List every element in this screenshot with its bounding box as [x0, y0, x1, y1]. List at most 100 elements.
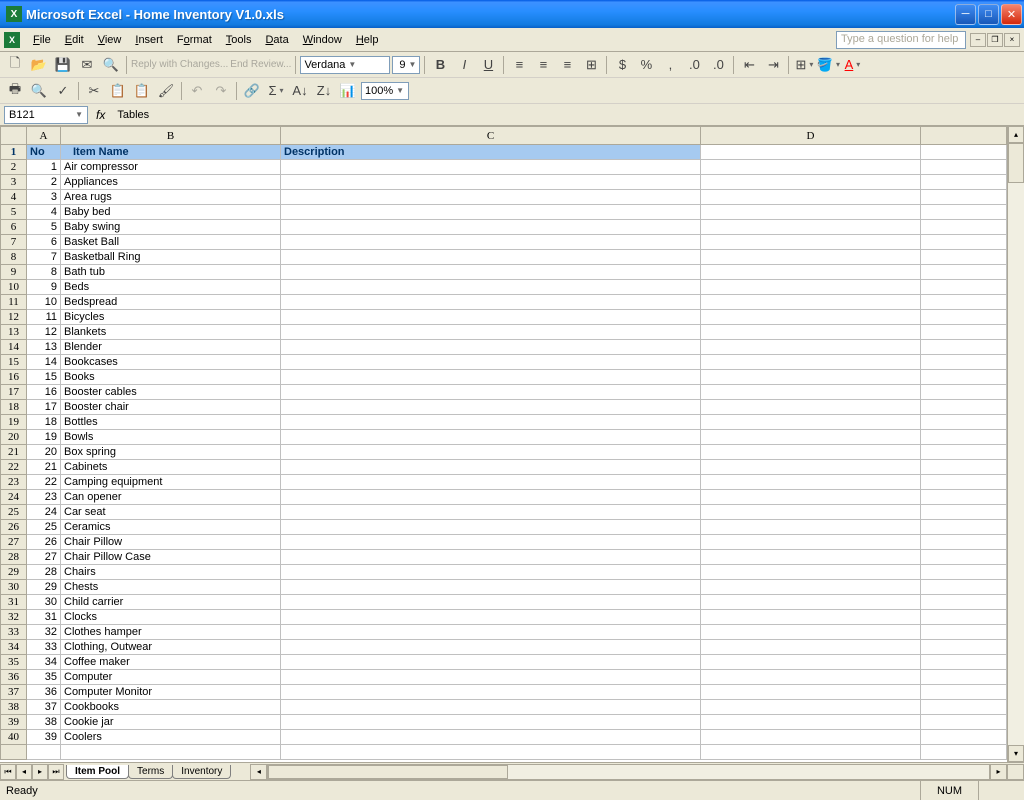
save-icon[interactable]: 💾: [52, 54, 74, 76]
font-color-button[interactable]: A▾: [841, 54, 863, 76]
cell[interactable]: [281, 655, 701, 670]
select-all-corner[interactable]: [1, 127, 27, 145]
menu-file[interactable]: File: [26, 32, 58, 48]
row-header[interactable]: [1, 745, 27, 760]
cell[interactable]: [701, 220, 921, 235]
cell[interactable]: Clothes hamper: [61, 625, 281, 640]
col-header-c[interactable]: C: [281, 127, 701, 145]
col-header-d[interactable]: D: [701, 127, 921, 145]
menu-insert[interactable]: Insert: [128, 32, 170, 48]
row-header[interactable]: 16: [1, 370, 27, 385]
fx-icon[interactable]: fx: [96, 108, 105, 122]
cell[interactable]: [921, 310, 1007, 325]
cell[interactable]: 31: [27, 610, 61, 625]
cell[interactable]: [701, 415, 921, 430]
cell[interactable]: 28: [27, 565, 61, 580]
menu-view[interactable]: View: [91, 32, 129, 48]
cell[interactable]: [701, 280, 921, 295]
cell[interactable]: [281, 505, 701, 520]
cell[interactable]: Baby bed: [61, 205, 281, 220]
cell[interactable]: [921, 250, 1007, 265]
cell[interactable]: 14: [27, 355, 61, 370]
cell[interactable]: 29: [27, 580, 61, 595]
cell[interactable]: Bath tub: [61, 265, 281, 280]
cell[interactable]: [921, 550, 1007, 565]
menu-edit[interactable]: Edit: [58, 32, 91, 48]
cell[interactable]: Cookbooks: [61, 700, 281, 715]
cell[interactable]: [281, 220, 701, 235]
scroll-down-button[interactable]: ▾: [1008, 745, 1024, 762]
scroll-up-button[interactable]: ▴: [1008, 126, 1024, 143]
format-painter-button[interactable]: 🖌: [155, 80, 177, 102]
spelling-button[interactable]: ✓: [52, 80, 74, 102]
cell[interactable]: Bowls: [61, 430, 281, 445]
cell[interactable]: Computer Monitor: [61, 685, 281, 700]
row-header[interactable]: 33: [1, 625, 27, 640]
cell[interactable]: [281, 625, 701, 640]
fill-color-button[interactable]: 🪣▾: [817, 54, 839, 76]
cell[interactable]: [281, 535, 701, 550]
cell[interactable]: 16: [27, 385, 61, 400]
align-left-button[interactable]: ≡: [508, 54, 530, 76]
cell[interactable]: [701, 565, 921, 580]
cell[interactable]: [701, 400, 921, 415]
row-header[interactable]: 39: [1, 715, 27, 730]
cell[interactable]: [701, 370, 921, 385]
cell[interactable]: [281, 415, 701, 430]
autosum-button[interactable]: Σ▾: [265, 80, 287, 102]
row-header[interactable]: 29: [1, 565, 27, 580]
cell[interactable]: [281, 175, 701, 190]
cell[interactable]: [281, 355, 701, 370]
cell[interactable]: 9: [27, 280, 61, 295]
row-header[interactable]: 20: [1, 430, 27, 445]
menu-window[interactable]: Window: [296, 32, 349, 48]
cell[interactable]: [921, 400, 1007, 415]
cell[interactable]: [701, 535, 921, 550]
comma-button[interactable]: ,: [659, 54, 681, 76]
align-center-button[interactable]: ≡: [532, 54, 554, 76]
cell[interactable]: [281, 565, 701, 580]
cell[interactable]: [281, 580, 701, 595]
cell[interactable]: 22: [27, 475, 61, 490]
cell[interactable]: 11: [27, 310, 61, 325]
cell[interactable]: [701, 655, 921, 670]
hscroll-thumb[interactable]: [268, 765, 508, 779]
row-header[interactable]: 35: [1, 655, 27, 670]
cell[interactable]: [701, 685, 921, 700]
cell[interactable]: [701, 175, 921, 190]
cell[interactable]: [921, 355, 1007, 370]
row-header[interactable]: 28: [1, 550, 27, 565]
cell[interactable]: [701, 700, 921, 715]
row-header[interactable]: 32: [1, 610, 27, 625]
cell[interactable]: 38: [27, 715, 61, 730]
cell[interactable]: [701, 595, 921, 610]
tab-nav-prev[interactable]: ◂: [16, 764, 32, 780]
row-header[interactable]: 15: [1, 355, 27, 370]
cell[interactable]: [701, 310, 921, 325]
sheet-tab-item-pool[interactable]: Item Pool: [66, 765, 129, 779]
row-header[interactable]: 18: [1, 400, 27, 415]
underline-button[interactable]: U: [477, 54, 499, 76]
cell[interactable]: 37: [27, 700, 61, 715]
col-header-b[interactable]: B: [61, 127, 281, 145]
row-header[interactable]: 14: [1, 340, 27, 355]
cell[interactable]: Item Name: [61, 145, 281, 160]
cell[interactable]: [281, 160, 701, 175]
cell[interactable]: Cookie jar: [61, 715, 281, 730]
menu-data[interactable]: Data: [258, 32, 295, 48]
cell[interactable]: Clocks: [61, 610, 281, 625]
cell[interactable]: 23: [27, 490, 61, 505]
cell[interactable]: [281, 400, 701, 415]
cell[interactable]: 35: [27, 670, 61, 685]
cell[interactable]: Area rugs: [61, 190, 281, 205]
cell[interactable]: [921, 715, 1007, 730]
cell[interactable]: No: [27, 145, 61, 160]
row-header[interactable]: 38: [1, 700, 27, 715]
cell[interactable]: [921, 145, 1007, 160]
mdi-close[interactable]: ×: [1004, 33, 1020, 47]
cell[interactable]: [281, 445, 701, 460]
cell[interactable]: [701, 445, 921, 460]
cell[interactable]: Description: [281, 145, 701, 160]
row-header[interactable]: 13: [1, 325, 27, 340]
cell[interactable]: Bedspread: [61, 295, 281, 310]
